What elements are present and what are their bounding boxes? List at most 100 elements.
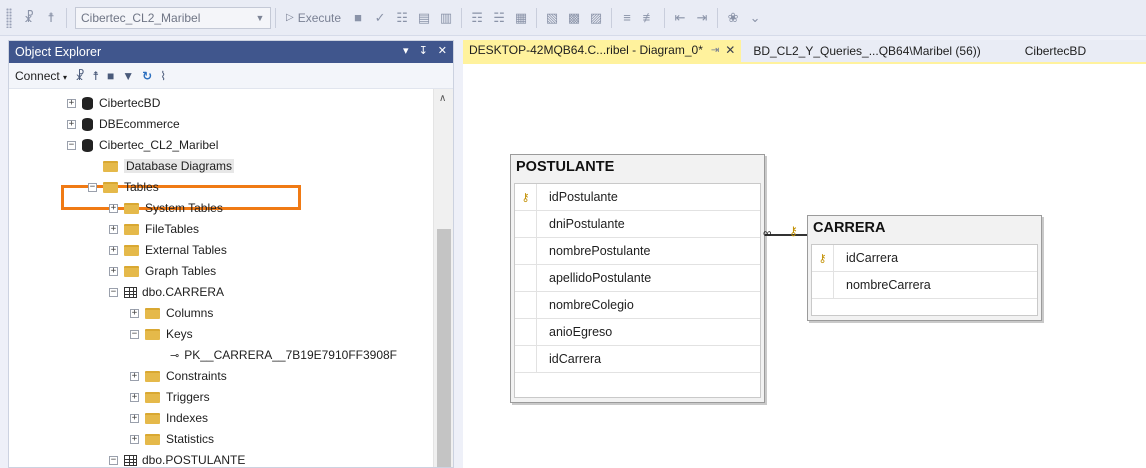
increase-indent-icon[interactable]: ⇥ — [692, 7, 712, 29]
specify-values-icon[interactable]: ❀ — [723, 7, 743, 29]
expand-icon[interactable]: + — [109, 224, 118, 234]
primary-key-icon: ⚷ — [812, 245, 834, 271]
object-explorer-panel: Object Explorer ▾ ↧ ✕ Connect ▾ ☧ ☨ ■ ▼ … — [8, 40, 454, 468]
tree-node[interactable]: − Cibertec_CL2_Maribel — [67, 135, 218, 155]
tree-node[interactable]: + Columns — [130, 303, 213, 323]
tree-node[interactable]: + Indexes — [130, 408, 208, 428]
postulante-column-name: nombreColegio — [549, 298, 634, 312]
expand-icon[interactable]: + — [109, 245, 118, 255]
client-stats-icon[interactable]: ▦ — [511, 7, 531, 29]
expand-icon[interactable]: + — [130, 392, 139, 402]
tree-node-label: FileTables — [145, 222, 200, 236]
close-icon[interactable]: ✕ — [438, 44, 447, 57]
results-grid-icon[interactable]: ▩ — [564, 7, 584, 29]
folder-icon — [145, 391, 160, 403]
postulante-column-row[interactable]: idCarrera — [515, 346, 760, 373]
tree-node[interactable]: + Triggers — [130, 387, 210, 407]
comment-icon[interactable]: ≡ — [617, 7, 637, 29]
refresh-icon[interactable]: ↻ — [142, 69, 152, 83]
activity-monitor-icon[interactable]: ⌇ — [160, 69, 166, 83]
diagram-canvas[interactable]: POSTULANTE ⚷ idPostulante dniPostulante nom… — [463, 64, 1146, 468]
uncomment-icon[interactable]: ≢ — [639, 7, 659, 29]
estimated-plan-icon[interactable]: ☷ — [392, 7, 412, 29]
window-position-icon[interactable]: ▾ — [403, 44, 409, 57]
collapse-icon[interactable]: − — [88, 182, 97, 192]
postulante-column-row[interactable]: ⚷ idPostulante — [515, 184, 760, 211]
expand-icon[interactable]: + — [130, 434, 139, 444]
postulante-column-row[interactable]: nombrePostulante — [515, 238, 760, 265]
tree-node[interactable]: + FileTables — [109, 219, 199, 239]
filter-icon[interactable]: ▼ — [122, 69, 134, 83]
tree-node[interactable]: + External Tables — [109, 240, 227, 260]
tree-node[interactable]: + DBEcommerce — [67, 114, 180, 134]
collapse-icon[interactable]: − — [109, 287, 118, 297]
tree-node[interactable]: + System Tables — [109, 198, 223, 218]
parse-icon[interactable]: ✓ — [370, 7, 390, 29]
pin-icon[interactable]: ⇥ — [711, 45, 719, 56]
tree-node[interactable]: − dbo.POSTULANTE — [109, 450, 245, 467]
database-icon — [82, 117, 93, 131]
database-selector[interactable]: Cibertec_CL2_Maribel ▼ — [75, 6, 271, 29]
live-stats-icon[interactable]: ☵ — [489, 7, 509, 29]
toolbar-overflow-icon[interactable]: ⌄ — [745, 7, 765, 29]
postulante-column-row[interactable]: dniPostulante — [515, 211, 760, 238]
carrera-column-row[interactable]: nombreCarrera — [812, 272, 1037, 299]
decrease-indent-icon[interactable]: ⇤ — [670, 7, 690, 29]
close-icon[interactable]: ✕ — [725, 43, 735, 57]
carrera-column-row[interactable]: ⚷ idCarrera — [812, 245, 1037, 272]
carrera-table[interactable]: CARRERA ⚷ idCarrera nombreCarrera — [807, 215, 1042, 321]
pin-icon[interactable]: ↧ — [419, 44, 428, 57]
collapse-icon[interactable]: − — [130, 329, 139, 339]
connect-object-icon[interactable]: ☧ — [75, 69, 84, 83]
disconnect-icon[interactable]: ☨ — [41, 7, 61, 29]
collapse-icon[interactable]: − — [109, 455, 118, 465]
expand-icon[interactable]: + — [130, 413, 139, 423]
scroll-up-icon[interactable]: ∧ — [439, 93, 446, 104]
options-icon[interactable]: ▥ — [436, 7, 456, 29]
toolbar-grip[interactable] — [6, 7, 12, 28]
chevron-down-icon[interactable]: ▼ — [252, 9, 268, 27]
tree-scrollbar[interactable]: ∧ — [433, 89, 453, 467]
include-plan-icon[interactable]: ☶ — [467, 7, 487, 29]
results-file-icon[interactable]: ▨ — [586, 7, 606, 29]
tree-node[interactable]: Database Diagrams — [88, 156, 235, 176]
tree-node[interactable]: − Tables — [88, 177, 159, 197]
tree-node[interactable]: + Graph Tables — [109, 261, 216, 281]
row-selector — [515, 292, 537, 318]
postulante-column-row[interactable]: apellidoPostulante — [515, 265, 760, 292]
connect-dropdown[interactable]: Connect ▾ — [15, 69, 67, 83]
postulante-column-name: anioEgreso — [549, 325, 613, 339]
stop-icon[interactable]: ■ — [107, 69, 114, 83]
expand-icon[interactable]: + — [109, 266, 118, 276]
results-text-icon[interactable]: ▧ — [542, 7, 562, 29]
tab-cibertecbd[interactable]: CibertecBD — [1019, 40, 1092, 62]
tree-node[interactable]: ⊸ PK__CARRERA__7B19E7910FF3908F — [155, 345, 397, 365]
tab-diagram[interactable]: DESKTOP-42MQB64.C...ribel - Diagram_0* ⇥… — [463, 40, 742, 62]
expand-icon[interactable]: + — [130, 371, 139, 381]
execute-button[interactable]: ▷ Execute — [286, 11, 341, 25]
postulante-column-row[interactable]: nombreColegio — [515, 292, 760, 319]
connect-icon[interactable]: ☧ — [19, 7, 39, 29]
postulante-column-row[interactable]: anioEgreso — [515, 319, 760, 346]
tree-node[interactable]: + CibertecBD — [67, 93, 160, 113]
expand-icon[interactable]: + — [67, 119, 76, 129]
tree-node[interactable]: − dbo.CARRERA — [109, 282, 224, 302]
chevron-down-icon: ▾ — [63, 72, 68, 82]
tree-node[interactable]: + Statistics — [130, 429, 214, 449]
stop-icon[interactable]: ■ — [348, 7, 368, 29]
tree-node[interactable]: − Keys — [130, 324, 193, 344]
expand-icon[interactable]: + — [67, 98, 76, 108]
collapse-icon[interactable]: − — [67, 140, 76, 150]
postulante-table[interactable]: POSTULANTE ⚷ idPostulante dniPostulante nom… — [510, 154, 765, 403]
expand-icon[interactable]: + — [130, 308, 139, 318]
query-designer-icon[interactable]: ▤ — [414, 7, 434, 29]
tree-node-label: CibertecBD — [99, 96, 161, 110]
expand-icon[interactable]: + — [109, 203, 118, 213]
carrera-column-name: idCarrera — [846, 251, 899, 265]
scrollbar-thumb[interactable] — [437, 229, 451, 467]
tree-node[interactable]: + Constraints — [130, 366, 227, 386]
tree-node-label: PK__CARRERA__7B19E7910FF3908F — [184, 348, 398, 362]
disconnect-object-icon[interactable]: ☨ — [92, 69, 99, 83]
tab-queries[interactable]: BD_CL2_Y_Queries_...QB64\Maribel (56)) — [747, 40, 986, 62]
object-explorer-header: Object Explorer ▾ ↧ ✕ — [9, 41, 453, 63]
